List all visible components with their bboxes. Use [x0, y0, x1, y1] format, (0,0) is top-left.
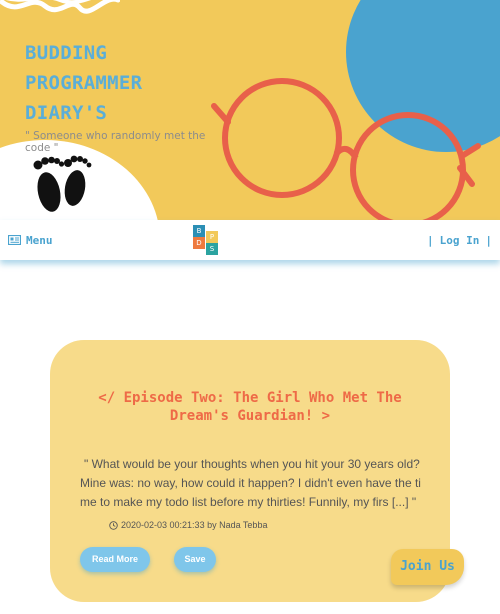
- login-link[interactable]: Log In: [440, 234, 480, 247]
- footprints-icon: [33, 155, 92, 212]
- separator-left: |: [427, 233, 434, 247]
- logo-tile-s: S: [206, 243, 218, 255]
- newspaper-icon: [8, 235, 21, 245]
- glasses-illustration: [211, 78, 481, 222]
- top-navbar: Menu B D P S | Log In |: [0, 220, 500, 260]
- login-group: | Log In |: [427, 232, 492, 248]
- post-excerpt: " What would be your thoughts when you h…: [80, 457, 421, 509]
- menu-label: Menu: [26, 233, 53, 247]
- logo-tile-b: B: [193, 225, 205, 237]
- clock-icon: [109, 520, 118, 530]
- scribble-decoration: [0, 0, 120, 14]
- save-button[interactable]: Save: [174, 547, 216, 572]
- menu-button[interactable]: Menu: [8, 232, 53, 248]
- logo-tile-p: P: [206, 231, 218, 243]
- read-more-button[interactable]: Read More: [80, 547, 150, 572]
- site-title: BUDDING PROGRAMMER DIARY'S: [25, 42, 143, 124]
- join-us-button[interactable]: Join Us: [391, 549, 464, 585]
- logo-tile-d: D: [193, 237, 205, 249]
- post-title[interactable]: </ Episode Two: The Girl Who Met The Dre…: [80, 389, 420, 425]
- post-date-author: 2020-02-03 00:21:33 by Nada Tebba: [121, 520, 268, 530]
- post-meta: 2020-02-03 00:21:33 by Nada Tebba: [109, 520, 267, 530]
- separator-right: |: [485, 233, 492, 247]
- hero-banner: BUDDING PROGRAMMER DIARY'S " Someone who…: [0, 0, 500, 222]
- site-logo[interactable]: B D P S: [193, 225, 221, 255]
- post-card: </ Episode Two: The Girl Who Met The Dre…: [50, 340, 450, 602]
